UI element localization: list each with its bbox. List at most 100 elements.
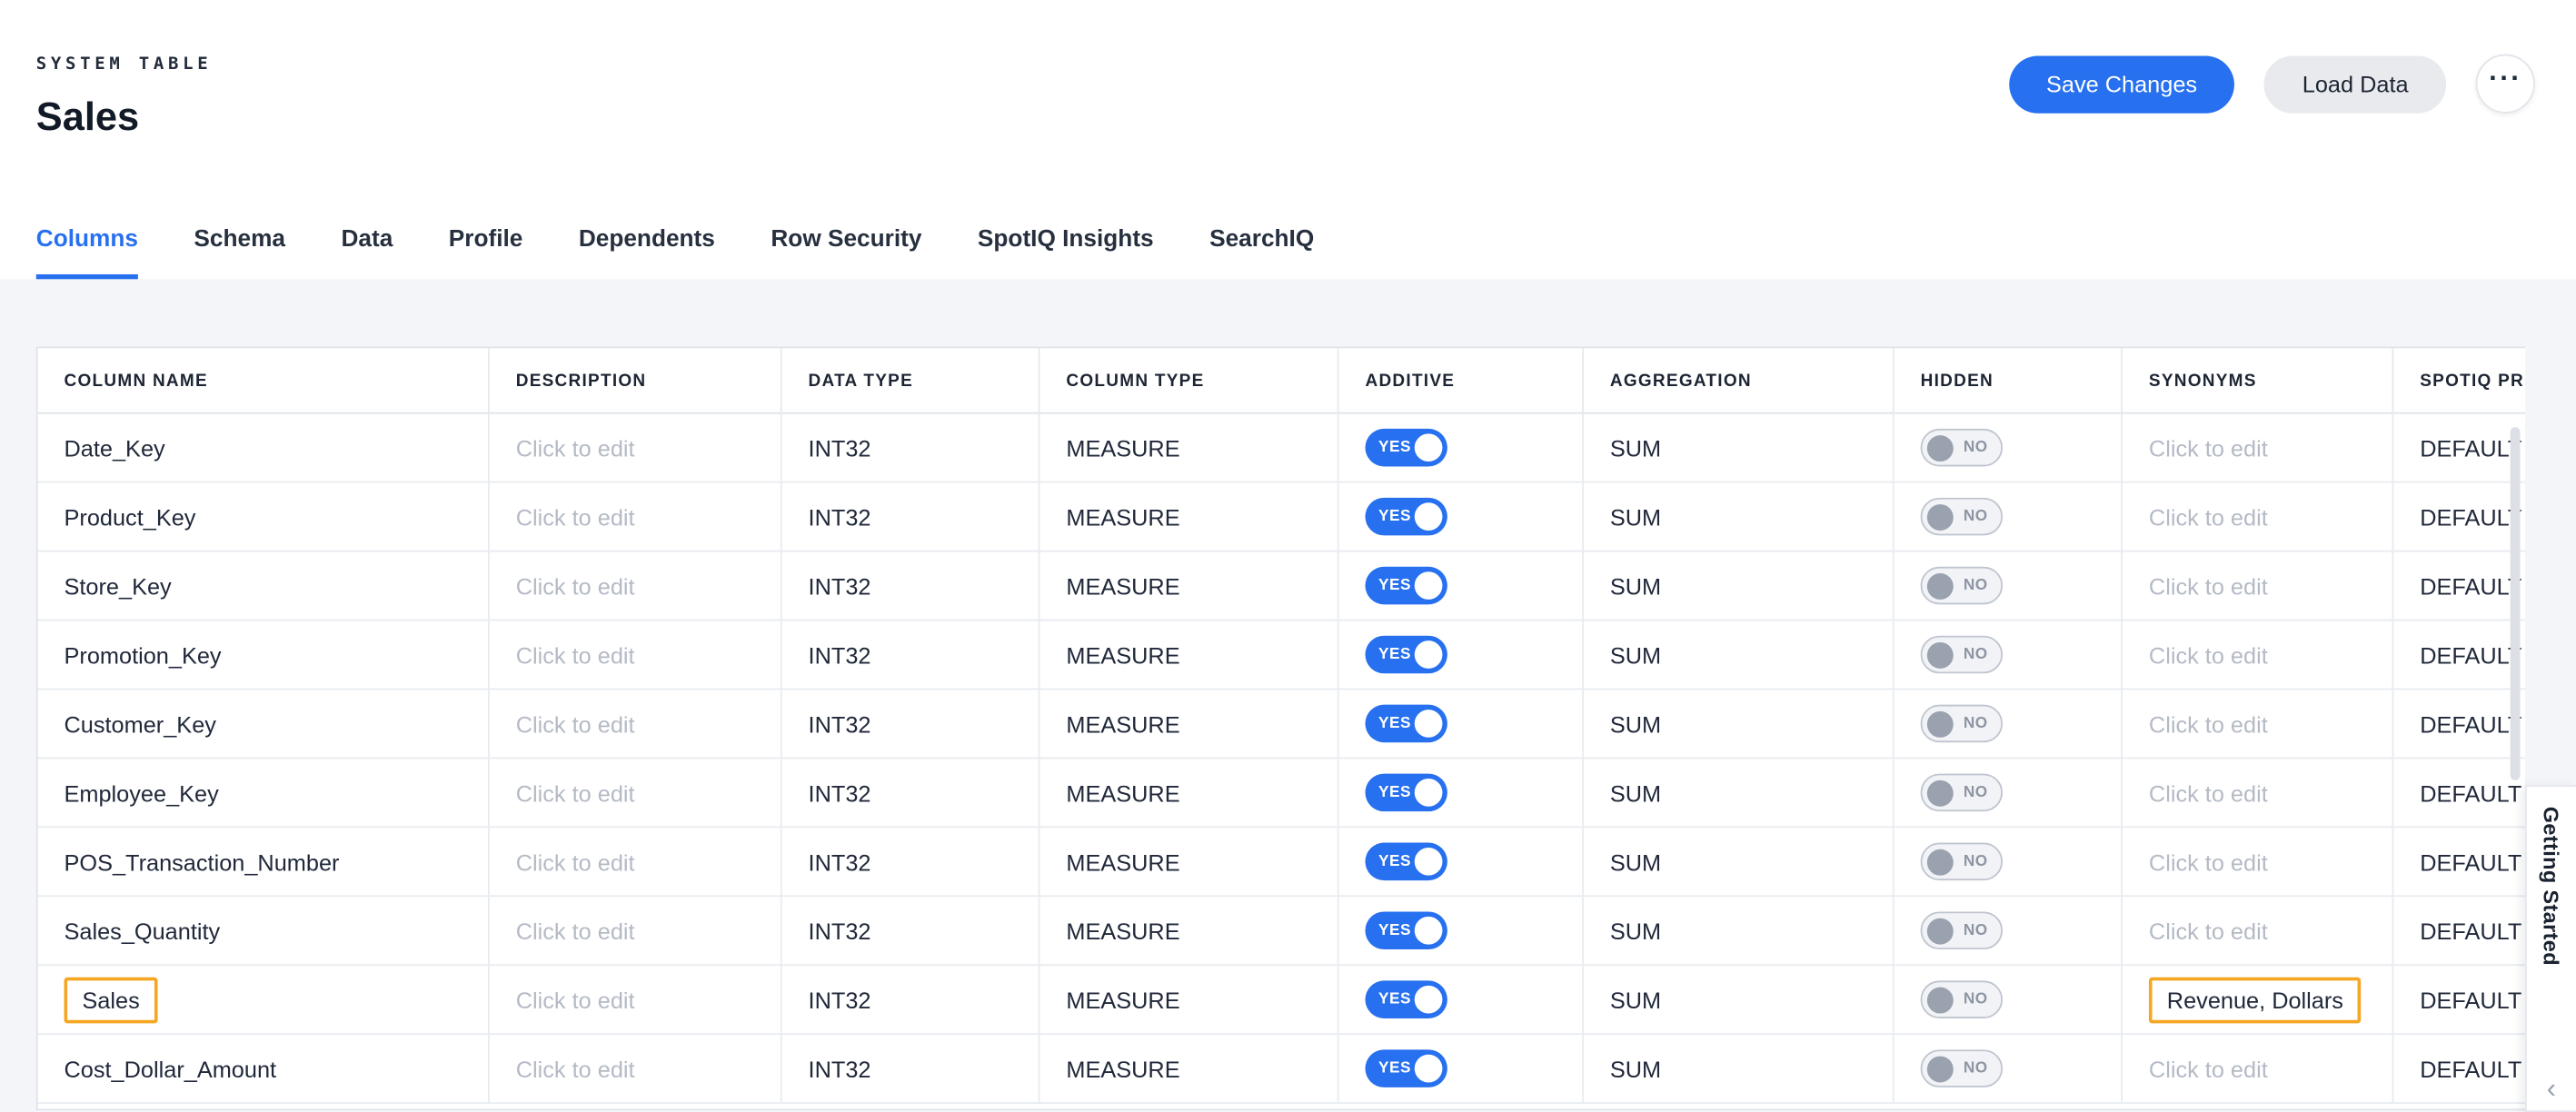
synonyms-value[interactable]: Revenue, Dollars — [2149, 977, 2362, 1023]
aggregation-cell[interactable]: SUM — [1584, 1035, 1895, 1104]
synonyms-cell[interactable]: Revenue, Dollars — [2123, 966, 2393, 1035]
load-data-button[interactable]: Load Data — [2264, 55, 2446, 113]
column-type-cell[interactable]: MEASURE — [1039, 552, 1338, 621]
aggregation-cell[interactable]: SUM — [1584, 828, 1895, 897]
tab-schema[interactable]: Schema — [194, 227, 285, 280]
aggregation-cell[interactable]: SUM — [1584, 483, 1895, 552]
aggregation-cell[interactable]: SUM — [1584, 414, 1895, 483]
hidden-toggle[interactable]: NO — [1921, 1049, 2003, 1087]
description-placeholder[interactable]: Click to edit — [516, 918, 635, 944]
synonyms-value[interactable]: Click to edit — [2149, 434, 2268, 461]
synonyms-cell[interactable]: Click to edit — [2123, 621, 2393, 690]
additive-toggle[interactable]: YES — [1365, 567, 1447, 605]
hidden-toggle[interactable]: NO — [1921, 980, 2003, 1018]
synonyms-cell[interactable]: Click to edit — [2123, 483, 2393, 552]
synonyms-cell[interactable]: Click to edit — [2123, 1035, 2393, 1104]
description-cell[interactable]: Click to edit — [490, 759, 782, 828]
description-placeholder[interactable]: Click to edit — [516, 572, 635, 599]
hidden-toggle[interactable]: NO — [1921, 705, 2003, 743]
aggregation-cell[interactable]: SUM — [1584, 552, 1895, 621]
synonyms-cell[interactable]: Click to edit — [2123, 690, 2393, 759]
getting-started-panel-tab[interactable]: Getting Started ‹ — [2525, 785, 2576, 1112]
additive-toggle[interactable]: YES — [1365, 705, 1447, 743]
description-cell[interactable]: Click to edit — [490, 966, 782, 1035]
hidden-toggle[interactable]: NO — [1921, 636, 2003, 674]
description-cell[interactable]: Click to edit — [490, 897, 782, 966]
spotiq-preference-cell[interactable]: DEFAULT — [2393, 690, 2525, 759]
column-type-cell[interactable]: MEASURE — [1039, 414, 1338, 483]
additive-toggle[interactable]: YES — [1365, 911, 1447, 949]
synonyms-value[interactable]: Click to edit — [2149, 849, 2268, 875]
synonyms-value[interactable]: Click to edit — [2149, 641, 2268, 668]
more-options-button[interactable]: ··· — [2476, 55, 2535, 114]
column-type-cell[interactable]: MEASURE — [1039, 690, 1338, 759]
spotiq-preference-cell[interactable]: DEFAULT — [2393, 1035, 2525, 1104]
hidden-toggle[interactable]: NO — [1921, 843, 2003, 881]
description-cell[interactable]: Click to edit — [490, 483, 782, 552]
column-type-cell[interactable]: MEASURE — [1039, 621, 1338, 690]
hidden-toggle[interactable]: NO — [1921, 498, 2003, 536]
synonyms-cell[interactable]: Click to edit — [2123, 828, 2393, 897]
description-placeholder[interactable]: Click to edit — [516, 503, 635, 530]
description-placeholder[interactable]: Click to edit — [516, 779, 635, 806]
column-type-cell[interactable]: MEASURE — [1039, 1035, 1338, 1104]
description-cell[interactable]: Click to edit — [490, 621, 782, 690]
description-cell[interactable]: Click to edit — [490, 414, 782, 483]
vertical-scrollbar[interactable] — [2511, 427, 2521, 780]
aggregation-cell[interactable]: SUM — [1584, 621, 1895, 690]
description-placeholder[interactable]: Click to edit — [516, 849, 635, 875]
tab-data[interactable]: Data — [341, 227, 393, 280]
description-placeholder[interactable]: Click to edit — [516, 641, 635, 668]
additive-toggle[interactable]: YES — [1365, 636, 1447, 674]
description-placeholder[interactable]: Click to edit — [516, 434, 635, 461]
hidden-toggle[interactable]: NO — [1921, 429, 2003, 467]
column-type-cell[interactable]: MEASURE — [1039, 759, 1338, 828]
tab-searchiq[interactable]: SearchIQ — [1209, 227, 1314, 280]
synonyms-value[interactable]: Click to edit — [2149, 918, 2268, 944]
synonyms-cell[interactable]: Click to edit — [2123, 552, 2393, 621]
synonyms-cell[interactable]: Click to edit — [2123, 414, 2393, 483]
save-changes-button[interactable]: Save Changes — [2008, 55, 2234, 113]
aggregation-cell[interactable]: SUM — [1584, 690, 1895, 759]
tab-columns[interactable]: Columns — [36, 227, 138, 280]
spotiq-preference-cell[interactable]: DEFAULT — [2393, 966, 2525, 1035]
synonyms-value[interactable]: Click to edit — [2149, 779, 2268, 806]
additive-toggle[interactable]: YES — [1365, 774, 1447, 812]
description-placeholder[interactable]: Click to edit — [516, 710, 635, 737]
hidden-toggle[interactable]: NO — [1921, 774, 2003, 812]
column-type-cell[interactable]: MEASURE — [1039, 828, 1338, 897]
aggregation-cell[interactable]: SUM — [1584, 966, 1895, 1035]
description-placeholder[interactable]: Click to edit — [516, 1056, 635, 1082]
description-cell[interactable]: Click to edit — [490, 1035, 782, 1104]
tab-row-security[interactable]: Row Security — [771, 227, 921, 280]
spotiq-preference-cell[interactable]: DEFAULT — [2393, 759, 2525, 828]
synonyms-cell[interactable]: Click to edit — [2123, 759, 2393, 828]
column-type-cell[interactable]: MEASURE — [1039, 966, 1338, 1035]
synonyms-value[interactable]: Click to edit — [2149, 710, 2268, 737]
additive-toggle[interactable]: YES — [1365, 980, 1447, 1018]
tab-spotiq-insights[interactable]: SpotIQ Insights — [978, 227, 1154, 280]
synonyms-cell[interactable]: Click to edit — [2123, 897, 2393, 966]
description-cell[interactable]: Click to edit — [490, 552, 782, 621]
synonyms-value[interactable]: Click to edit — [2149, 572, 2268, 599]
spotiq-preference-cell[interactable]: DEFAULT — [2393, 552, 2525, 621]
aggregation-cell[interactable]: SUM — [1584, 897, 1895, 966]
hidden-toggle[interactable]: NO — [1921, 567, 2003, 605]
description-cell[interactable]: Click to edit — [490, 828, 782, 897]
additive-toggle[interactable]: YES — [1365, 498, 1447, 536]
additive-toggle[interactable]: YES — [1365, 1049, 1447, 1087]
spotiq-preference-cell[interactable]: DEFAULT — [2393, 897, 2525, 966]
hidden-toggle[interactable]: NO — [1921, 911, 2003, 949]
spotiq-preference-cell[interactable]: DEFAULT — [2393, 828, 2525, 897]
spotiq-preference-cell[interactable]: DEFAULT — [2393, 483, 2525, 552]
spotiq-preference-cell[interactable]: DEFAULT — [2393, 414, 2525, 483]
additive-toggle[interactable]: YES — [1365, 843, 1447, 881]
aggregation-cell[interactable]: SUM — [1584, 759, 1895, 828]
description-placeholder[interactable]: Click to edit — [516, 987, 635, 1013]
column-type-cell[interactable]: MEASURE — [1039, 483, 1338, 552]
synonyms-value[interactable]: Click to edit — [2149, 503, 2268, 530]
additive-toggle[interactable]: YES — [1365, 429, 1447, 467]
tab-profile[interactable]: Profile — [449, 227, 523, 280]
synonyms-value[interactable]: Click to edit — [2149, 1056, 2268, 1082]
spotiq-preference-cell[interactable]: DEFAULT — [2393, 621, 2525, 690]
